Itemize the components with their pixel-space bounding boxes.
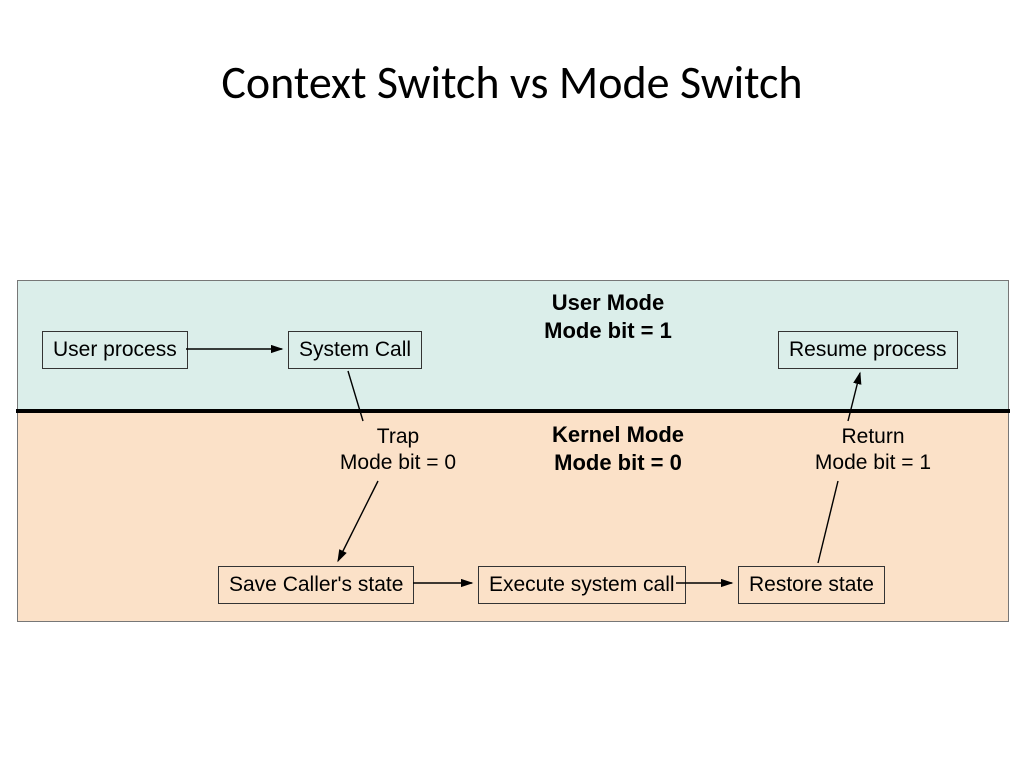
label-trap: Trap Mode bit = 0 xyxy=(318,424,478,477)
node-execute-syscall: Execute system call xyxy=(478,566,686,604)
user-mode-header-l1: User Mode xyxy=(498,289,718,317)
node-restore-state: Restore state xyxy=(738,566,885,604)
user-mode-header: User Mode Mode bit = 1 xyxy=(498,289,718,344)
kernel-mode-header: Kernel Mode Mode bit = 0 xyxy=(508,421,728,476)
label-trap-l1: Trap xyxy=(318,424,478,450)
label-return-l2: Mode bit = 1 xyxy=(793,450,953,476)
node-resume-process: Resume process xyxy=(778,331,958,369)
label-trap-l2: Mode bit = 0 xyxy=(318,450,478,476)
node-system-call: System Call xyxy=(288,331,422,369)
slide: Context Switch vs Mode Switch User Mode … xyxy=(0,0,1024,768)
kernel-mode-header-l2: Mode bit = 0 xyxy=(508,449,728,477)
mode-switch-diagram: User Mode Mode bit = 1 Kernel Mode Mode … xyxy=(17,280,1009,622)
label-return-l1: Return xyxy=(793,424,953,450)
label-return: Return Mode bit = 1 xyxy=(793,424,953,477)
node-user-process: User process xyxy=(42,331,188,369)
mode-divider xyxy=(16,409,1010,413)
node-save-state: Save Caller's state xyxy=(218,566,414,604)
kernel-mode-header-l1: Kernel Mode xyxy=(508,421,728,449)
user-mode-header-l2: Mode bit = 1 xyxy=(498,317,718,345)
slide-title: Context Switch vs Mode Switch xyxy=(0,55,1024,111)
